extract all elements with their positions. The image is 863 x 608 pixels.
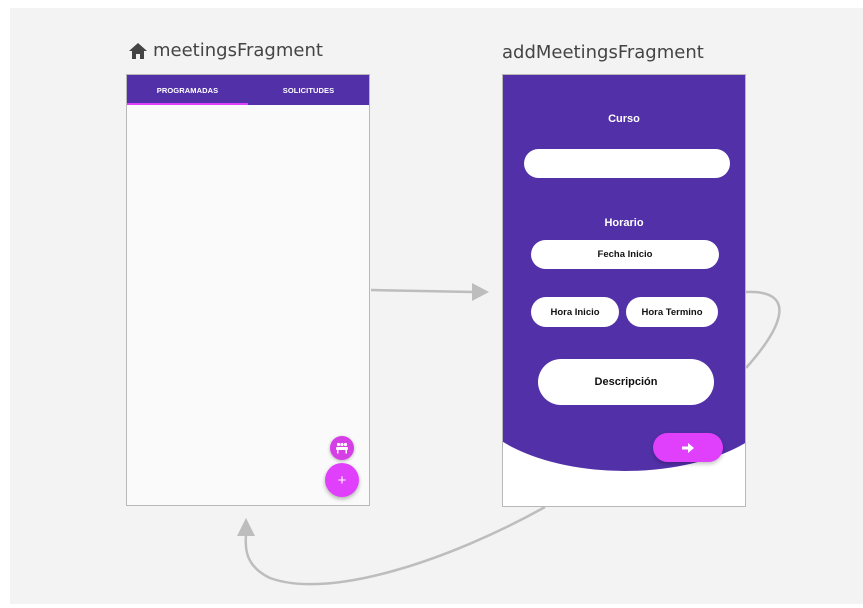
curso-label: Curso (608, 113, 640, 125)
meetings-fragment-title: meetingsFragment (128, 40, 323, 61)
tab-programadas[interactable]: PROGRAMADAS (127, 75, 248, 105)
home-icon (128, 42, 148, 60)
plus-icon: + (337, 471, 347, 489)
horario-label: Horario (604, 217, 644, 229)
arrow-forward (370, 288, 475, 294)
arrow-right-icon (682, 442, 694, 453)
arrow-back-head (237, 518, 255, 536)
add-meetings-fragment-screen: Curso Horario Fecha Inicio Hora Inicio H… (502, 74, 746, 507)
arrow-self-loop (745, 290, 781, 369)
descripcion-input[interactable]: Descripción (538, 359, 714, 405)
meetings-fragment-screen: PROGRAMADAS SOLICITUDES + (126, 74, 370, 506)
fecha-inicio-button[interactable]: Fecha Inicio (531, 240, 719, 269)
next-button[interactable] (653, 433, 723, 462)
add-meetings-fragment-title: addMeetingsFragment (502, 42, 704, 63)
arrow-back (244, 505, 546, 586)
group-fab-button[interactable] (330, 436, 354, 460)
tab-solicitudes[interactable]: SOLICITUDES (248, 75, 369, 105)
hora-termino-button[interactable]: Hora Termino (626, 297, 718, 327)
curso-input[interactable] (524, 149, 730, 178)
arrow-forward-head (472, 283, 489, 301)
hora-inicio-button[interactable]: Hora Inicio (531, 297, 619, 327)
tab-bar: PROGRAMADAS SOLICITUDES (127, 75, 369, 105)
group-icon (336, 442, 348, 454)
purple-header-background (503, 75, 745, 471)
meetings-fragment-title-text: meetingsFragment (153, 40, 323, 61)
add-meeting-fab-button[interactable]: + (325, 463, 359, 497)
